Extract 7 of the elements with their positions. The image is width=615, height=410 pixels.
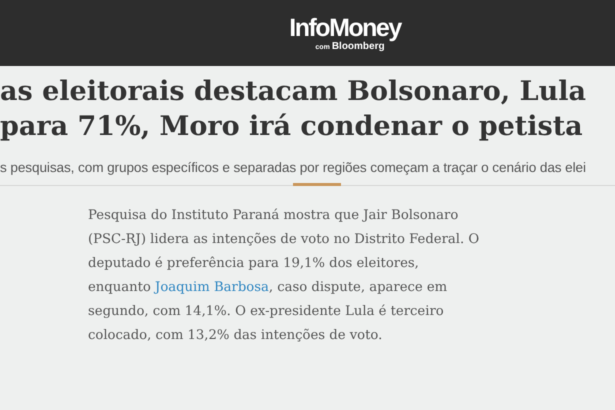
article-paragraph: Pesquisa do Instituto Paraná mostra que Jair Bolsonaro (PSC-RJ) lidera as intenções de voto no Distrito Federal. O deputado é preferência para 19,1% dos eleitores, enquanto Joaquim Barbosa, caso dispute, aparece em segundo, com 14,1%. O ex-presidente Lula é terceiro colocado, com 13,2% das intenções de voto. — [88, 207, 480, 345]
headline-line: para 71%, Moro irá condenar o petista — [0, 110, 584, 144]
subtitle: s pesquisas, com grupos específicos e separadas por regiões começam a traçar o cenário das elei — [0, 160, 587, 175]
headline-line: as eleitorais destacam Bolsonaro, Lula — [0, 75, 587, 109]
logo-text[interactable]: InfoMoney — [289, 14, 401, 40]
accent-bar — [293, 183, 341, 186]
logo-subtext: Bloomberg — [332, 40, 385, 52]
